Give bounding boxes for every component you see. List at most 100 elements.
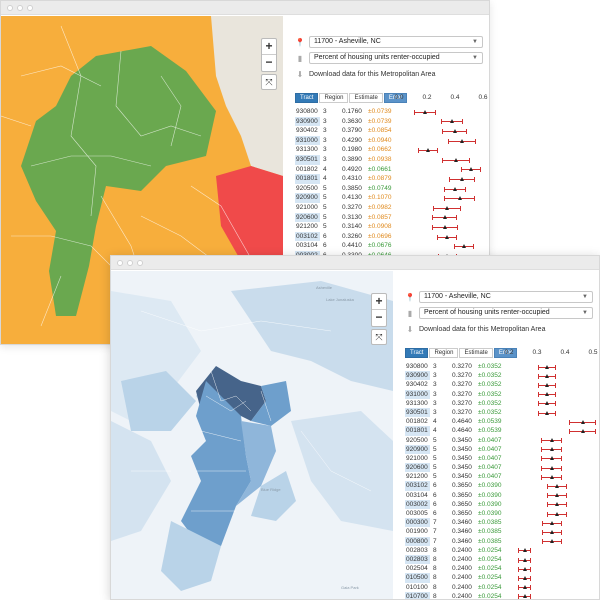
table-row[interactable]: 001802 4 0.4640 ±0.0539	[405, 417, 599, 426]
tab-region[interactable]: Region	[319, 93, 349, 103]
table-row[interactable]: 931000 3 0.3270 ±0.0352	[405, 389, 599, 399]
estimate-marker	[444, 234, 449, 239]
estimate-cell: 0.3650	[452, 482, 472, 490]
table-row[interactable]: 930402 3 0.3790 ±0.0854	[295, 126, 489, 136]
error-cell: ±0.1070	[368, 194, 392, 202]
estimate-cell: 0.3450	[452, 445, 472, 453]
table-row[interactable]: 010700 8 0.2400 ±0.0254	[405, 591, 599, 599]
tract-cell: 921000	[296, 203, 318, 211]
table-row[interactable]: 930900 3 0.3270 ±0.0352	[405, 371, 599, 381]
error-cell: ±0.0407	[478, 445, 502, 453]
table-row[interactable]: 003104 6 0.4410 ±0.0676	[295, 241, 489, 251]
estimate-marker	[460, 176, 465, 181]
table-row[interactable]: 002504 8 0.2400 ±0.0254	[405, 564, 599, 573]
fullscreen-icon[interactable]: ⤧	[261, 74, 277, 90]
table-row[interactable]: 931000 3 0.4290 ±0.0940	[295, 135, 489, 146]
table-row[interactable]: 920500 5 0.3850 ±0.0749	[295, 184, 489, 194]
table-row[interactable]: 930800 3 0.3270 ±0.0352	[405, 362, 599, 371]
zoom-out-button[interactable]: −	[372, 310, 386, 326]
table-row[interactable]: 920500 5 0.3450 ±0.0407	[405, 436, 599, 445]
table-row[interactable]: 931300 3 0.3270 ±0.0352	[405, 399, 599, 408]
map-place-label: Asheville	[316, 285, 333, 290]
region-cell: 3	[433, 381, 437, 389]
zoom-in-button[interactable]: +	[372, 294, 386, 310]
download-icon: ⬇	[296, 70, 304, 79]
table-row[interactable]: 003102 6 0.3650 ±0.0390	[405, 481, 599, 491]
table-row[interactable]: 001801 4 0.4310 ±0.0879	[295, 174, 489, 184]
metro-area-select[interactable]: 11700 - Asheville, NC ▼	[309, 36, 483, 48]
error-cell: ±0.0254	[478, 555, 502, 563]
table-row[interactable]: 921000 5 0.3270 ±0.0982	[295, 203, 489, 213]
table-row[interactable]: 931300 3 0.1980 ±0.0662	[295, 145, 489, 155]
table-row[interactable]: 930501 3 0.3890 ±0.0938	[295, 154, 489, 165]
estimate-cell: 0.3650	[452, 500, 472, 508]
region-cell: 3	[433, 408, 437, 416]
table-row[interactable]: 003002 6 0.3650 ±0.0390	[405, 499, 599, 510]
error-cell: ±0.0696	[368, 232, 392, 240]
table-row[interactable]: 002803 8 0.2400 ±0.0254	[405, 554, 599, 565]
table-row[interactable]: 000300 7 0.3460 ±0.0385	[405, 518, 599, 528]
column-tabs: Tract Region Estimate Error	[295, 93, 408, 103]
table-row[interactable]: 920900 5 0.4130 ±0.1070	[295, 193, 489, 203]
choropleth-map[interactable]: Asheville Blue Ridge Lake Junaluska Gaia…	[111, 271, 393, 599]
download-link[interactable]: ⬇ Download data for this Metropolitan Ar…	[405, 325, 546, 334]
zoom-in-button[interactable]: +	[262, 39, 276, 55]
table-row[interactable]: 920900 5 0.3450 ±0.0407	[405, 444, 599, 454]
region-cell: 3	[323, 146, 327, 154]
estimate-marker	[549, 539, 554, 544]
table-row[interactable]: 921000 5 0.3450 ±0.0407	[405, 454, 599, 463]
window-maximize-dot[interactable]	[137, 260, 143, 266]
estimate-cell: 0.3630	[342, 117, 362, 125]
variable-select[interactable]: Percent of housing units renter-occupied…	[419, 307, 593, 319]
table-row[interactable]: 010100 8 0.2400 ±0.0254	[405, 583, 599, 592]
chevron-down-icon: ▼	[582, 310, 588, 316]
tract-cell: 921200	[296, 223, 318, 231]
zoom-out-button[interactable]: −	[262, 55, 276, 71]
metro-select-row: 📍 11700 - Asheville, NC ▼	[405, 291, 593, 303]
table-row[interactable]: 003005 6 0.3650 ±0.0390	[405, 509, 599, 518]
tract-cell: 000800	[405, 536, 430, 546]
window-close-dot[interactable]	[117, 260, 123, 266]
tab-tract[interactable]: Tract	[405, 348, 429, 358]
table-row[interactable]: 920600 5 0.3450 ±0.0407	[405, 463, 599, 473]
region-cell: 5	[323, 213, 327, 221]
window-close-dot[interactable]	[7, 5, 13, 11]
estimate-marker	[554, 511, 559, 516]
table-row[interactable]: 001802 4 0.4920 ±0.0661	[295, 165, 489, 175]
estimate-marker	[549, 438, 554, 443]
table-row[interactable]: 930800 3 0.1760 ±0.0739	[295, 107, 489, 117]
estimate-cell: 0.2400	[452, 574, 472, 582]
window-minimize-dot[interactable]	[17, 5, 23, 11]
window-minimize-dot[interactable]	[127, 260, 133, 266]
table-row[interactable]: 921200 5 0.3140 ±0.0908	[295, 222, 489, 232]
tract-cell: 002504	[406, 565, 428, 573]
metro-area-select[interactable]: 11700 - Asheville, NC ▼	[419, 291, 593, 303]
table-row[interactable]: 930501 3 0.3270 ±0.0352	[405, 407, 599, 418]
region-cell: 5	[433, 445, 437, 453]
window-maximize-dot[interactable]	[27, 5, 33, 11]
tab-estimate[interactable]: Estimate	[349, 93, 383, 103]
table-row[interactable]: 000800 7 0.3460 ±0.0385	[405, 536, 599, 546]
tab-tract[interactable]: Tract	[295, 93, 319, 103]
tab-region[interactable]: Region	[429, 348, 459, 358]
table-row[interactable]: 010500 8 0.2400 ±0.0254	[405, 573, 599, 583]
estimate-marker	[580, 428, 585, 433]
table-row[interactable]: 001801 4 0.4640 ±0.0539	[405, 426, 599, 436]
table-row[interactable]: 003104 6 0.3650 ±0.0390	[405, 491, 599, 500]
fullscreen-icon[interactable]: ⤧	[371, 329, 387, 345]
table-row[interactable]: 003102 6 0.3260 ±0.0696	[295, 231, 489, 242]
tract-cell: 920900	[295, 193, 320, 203]
table-row[interactable]: 921200 5 0.3450 ±0.0407	[405, 472, 599, 481]
download-link[interactable]: ⬇ Download data for this Metropolitan Ar…	[295, 70, 436, 79]
tract-cell: 003102	[405, 481, 430, 491]
table-row[interactable]: 920600 5 0.3130 ±0.0857	[295, 212, 489, 223]
table-row[interactable]: 930402 3 0.3270 ±0.0352	[405, 380, 599, 389]
table-row[interactable]: 001900 7 0.3460 ±0.0385	[405, 527, 599, 536]
table-row[interactable]: 930900 3 0.3630 ±0.0739	[295, 116, 489, 127]
tract-cell: 002803	[406, 546, 428, 554]
variable-select[interactable]: Percent of housing units renter-occupied…	[309, 52, 483, 64]
tab-estimate[interactable]: Estimate	[459, 348, 493, 358]
error-cell: ±0.0938	[368, 155, 392, 163]
estimate-marker	[457, 196, 462, 201]
table-row[interactable]: 002803 8 0.2400 ±0.0254	[405, 546, 599, 555]
